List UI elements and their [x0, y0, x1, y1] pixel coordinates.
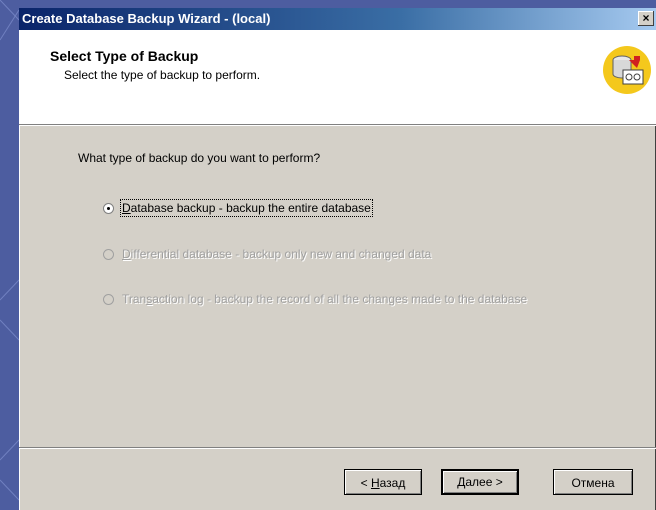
wizard-header: Select Type of Backup Select the type of… [19, 30, 656, 125]
title-bar[interactable]: Create Database Backup Wizard - (local) … [19, 8, 656, 30]
option-differential-backup-label: Differential database - backup only new … [122, 247, 432, 261]
cancel-button[interactable]: Отмена [553, 469, 633, 495]
radio-differential-backup[interactable] [103, 248, 114, 260]
option-transaction-log[interactable]: Transaction log - backup the record of a… [103, 290, 527, 308]
option-differential-backup[interactable]: Differential database - backup only new … [103, 245, 431, 263]
question-label: What type of backup do you want to perfo… [78, 151, 321, 165]
option-transaction-log-label: Transaction log - backup the record of a… [122, 292, 528, 306]
option-database-backup[interactable]: Database backup - backup the entire data… [103, 199, 373, 217]
database-backup-icon [603, 46, 651, 94]
page-title: Select Type of Backup [50, 48, 199, 64]
close-icon: × [642, 11, 650, 25]
close-button[interactable]: × [638, 11, 654, 26]
radio-database-backup[interactable] [103, 202, 114, 214]
footer-divider-highlight [19, 448, 656, 449]
page-subtitle: Select the type of backup to perform. [64, 68, 261, 82]
wizard-dialog: Create Database Backup Wizard - (local) … [19, 8, 656, 510]
back-button[interactable]: < Назад [344, 469, 422, 495]
option-database-backup-label[interactable]: Database backup - backup the entire data… [120, 199, 373, 217]
header-divider [19, 125, 656, 126]
next-button[interactable]: Далее > [441, 469, 519, 495]
radio-transaction-log[interactable] [103, 293, 114, 305]
window-title: Create Database Backup Wizard - (local) [22, 11, 271, 26]
